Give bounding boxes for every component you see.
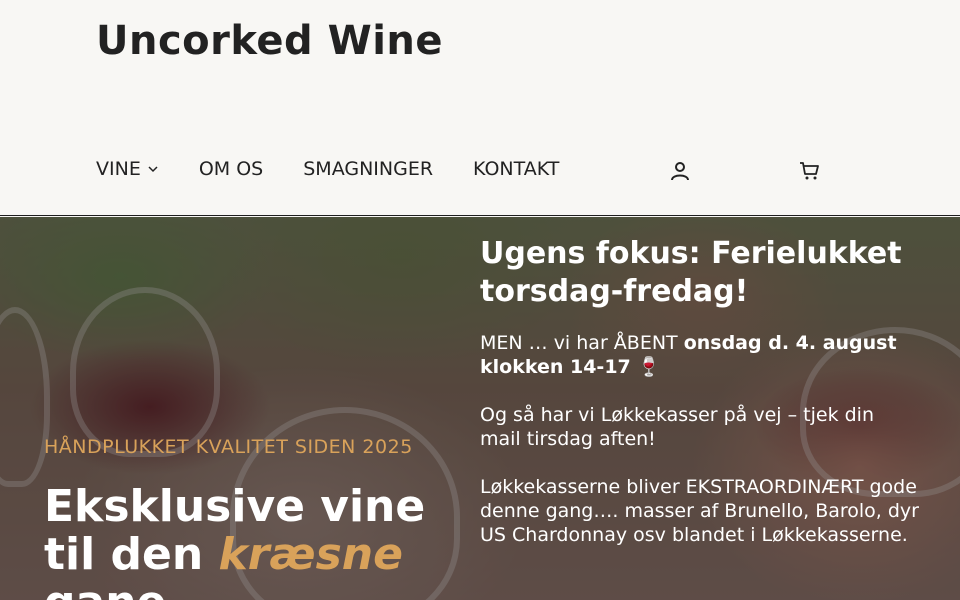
- cart-icon[interactable]: [798, 159, 822, 183]
- site-header: Uncorked Wine VINE OM OS SMAGNINGER KONT…: [0, 0, 960, 216]
- hero-headline: Eksklusive vine til den kræsne gane: [44, 483, 464, 600]
- site-title[interactable]: Uncorked Wine: [96, 18, 443, 64]
- focus-text: MEN … vi har ÅBENT: [480, 332, 684, 354]
- nav-item-label: OM OS: [198, 158, 264, 180]
- main-nav: VINE OM OS SMAGNINGER KONTAKT: [96, 158, 599, 180]
- nav-item-vine[interactable]: VINE: [96, 158, 159, 180]
- wine-emoji-icon: 🍷: [637, 356, 662, 378]
- nav-item-label: VINE: [96, 158, 141, 180]
- chevron-down-icon: [147, 163, 159, 175]
- hero-section: HÅNDPLUKKET KVALITET SIDEN 2025 Eksklusi…: [0, 217, 960, 600]
- nav-item-smagninger[interactable]: SMAGNINGER: [303, 158, 433, 180]
- focus-paragraph: Løkkekasserne bliver EKSTRAORDINÆRT gode…: [480, 476, 919, 546]
- nav-item-label: SMAGNINGER: [303, 158, 434, 180]
- headline-accent: kræsne: [218, 529, 403, 580]
- nav-item-label: KONTAKT: [473, 158, 560, 180]
- hero-tagline: HÅNDPLUKKET KVALITET SIDEN 2025: [44, 436, 413, 458]
- focus-paragraph: Og så har vi Løkkekasser på vej – tjek d…: [480, 404, 874, 450]
- nav-item-kontakt[interactable]: KONTAKT: [473, 158, 559, 180]
- focus-paragraph: MEN … vi har ÅBENT onsdag d. 4. august k…: [480, 331, 920, 379]
- headline-text: gane: [44, 577, 166, 600]
- focus-body: MEN … vi har ÅBENT onsdag d. 4. august k…: [480, 331, 920, 571]
- nav-item-om-os[interactable]: OM OS: [199, 158, 263, 180]
- focus-title: Ugens fokus: Ferielukket torsdag-fredag!: [480, 236, 902, 309]
- user-icon[interactable]: [668, 159, 692, 183]
